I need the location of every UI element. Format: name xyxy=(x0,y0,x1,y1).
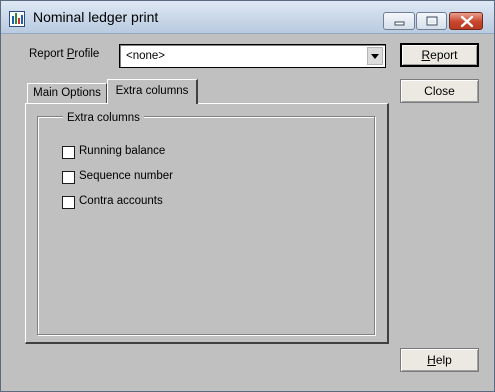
close-icon xyxy=(460,15,474,28)
window-title: Nominal ledger print xyxy=(33,9,159,25)
maximize-button[interactable] xyxy=(416,12,447,30)
report-profile-label: Report Profile xyxy=(29,48,100,60)
close-button[interactable]: Close xyxy=(400,79,479,103)
dialog-window: Nominal ledger print Report Profile <non… xyxy=(0,0,495,392)
close-window-button[interactable] xyxy=(449,12,483,30)
sequence-number-checkbox[interactable] xyxy=(62,171,75,184)
sequence-number-label: Sequence number xyxy=(79,170,173,182)
chevron-down-icon xyxy=(371,54,379,59)
minimize-button[interactable] xyxy=(383,12,415,30)
extra-columns-group-title: Extra columns xyxy=(63,112,144,124)
title-bar[interactable]: Nominal ledger print xyxy=(1,1,494,34)
running-balance-label: Running balance xyxy=(79,145,166,157)
minimize-icon xyxy=(394,21,405,26)
maximize-icon xyxy=(426,16,438,26)
app-ledger-icon xyxy=(9,11,25,27)
tab-extra-columns[interactable]: Extra columns xyxy=(107,79,198,104)
running-balance-checkbox[interactable] xyxy=(62,146,75,159)
report-profile-value: <none> xyxy=(126,50,166,62)
contra-accounts-label: Contra accounts xyxy=(79,195,163,207)
report-profile-select[interactable]: <none> xyxy=(119,44,386,68)
dropdown-arrow-button[interactable] xyxy=(367,47,383,65)
tab-panel-extra-columns: Extra columns Running balance Sequence n… xyxy=(25,103,389,344)
report-button[interactable]: Report xyxy=(400,43,479,67)
help-button[interactable]: Help xyxy=(400,348,479,372)
tab-main-options[interactable]: Main Options xyxy=(27,83,107,104)
contra-accounts-checkbox[interactable] xyxy=(62,196,75,209)
